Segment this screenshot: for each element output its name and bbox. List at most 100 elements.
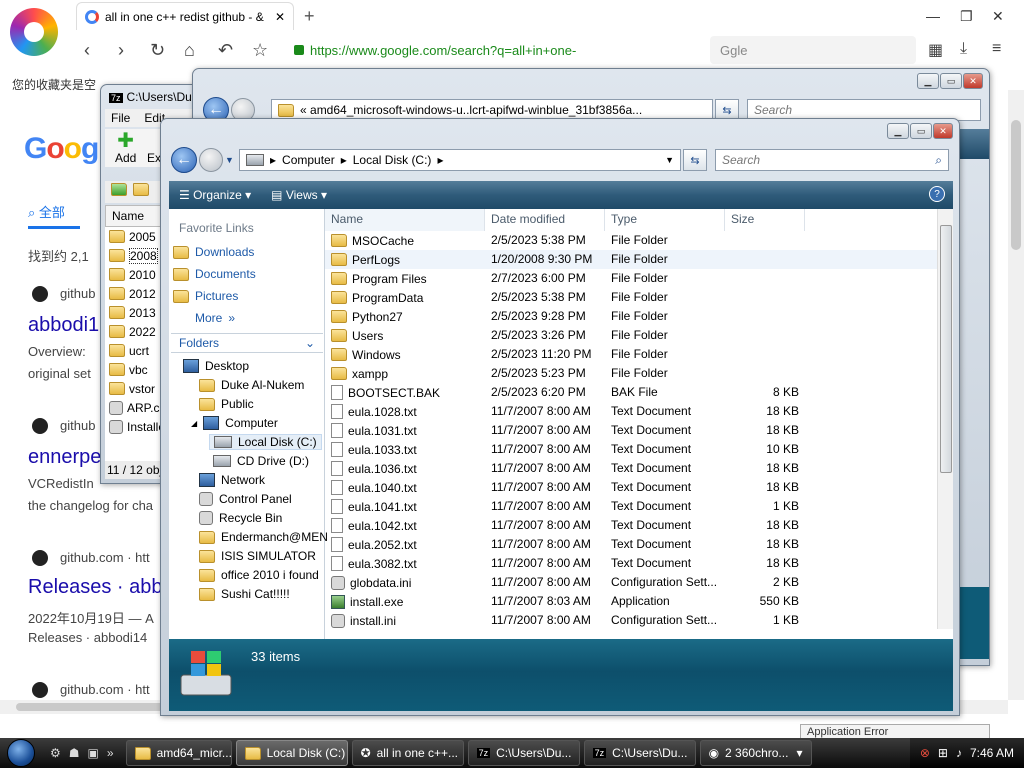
address-bar[interactable]: ▸ Computer ▸ Local Disk (C:) ▸ ▼ xyxy=(239,149,681,171)
apps-grid-icon[interactable]: ▦ xyxy=(928,40,943,60)
table-row[interactable]: eula.1040.txt 11/7/2007 8:00 AM Text Docum… xyxy=(325,478,937,497)
quicklaunch-icon[interactable]: ▣ xyxy=(88,746,99,760)
up-folder-icon[interactable] xyxy=(111,183,127,196)
refresh-icon[interactable]: ⇆ xyxy=(683,149,707,171)
menu-file[interactable]: File xyxy=(111,111,130,125)
column-type[interactable]: Type xyxy=(605,209,725,231)
tree-folder[interactable]: Sushi Cat!!!!! xyxy=(199,587,290,601)
table-row[interactable]: Users 2/5/2023 3:26 PM File Folder xyxy=(325,326,937,345)
breadcrumb-local-disk[interactable]: Local Disk (C:) xyxy=(353,153,432,167)
volume-icon[interactable]: ♪ xyxy=(956,746,962,760)
fav-downloads[interactable]: Downloads xyxy=(173,245,254,259)
tree-local-disk[interactable]: Local Disk (C:) xyxy=(209,434,322,450)
table-row[interactable]: eula.1033.txt 11/7/2007 8:00 AM Text Docum… xyxy=(325,440,937,459)
taskbar-button[interactable]: ◉ 2 360chro... ▾ xyxy=(699,740,812,766)
table-row[interactable]: MSOCache 2/5/2023 5:38 PM File Folder xyxy=(325,231,937,250)
tree-user[interactable]: Duke Al-Nukem xyxy=(199,378,304,392)
forward-icon[interactable]: › xyxy=(118,40,124,61)
table-row[interactable]: install.exe 11/7/2007 8:03 AM Application 5… xyxy=(325,592,937,611)
quicklaunch-icon[interactable]: ☗ xyxy=(69,746,80,760)
views-button[interactable]: ▤ Views ▾ xyxy=(271,188,327,202)
extract-button[interactable]: Ex xyxy=(147,151,161,165)
close-icon[interactable]: ✕ xyxy=(963,73,983,89)
search-input[interactable]: Search ⌕ xyxy=(715,149,949,171)
result-title-link[interactable]: ennerpe xyxy=(28,446,101,469)
minimize-icon[interactable]: ▁ xyxy=(917,73,939,89)
new-tab-icon[interactable]: + xyxy=(304,6,315,27)
taskbar-button[interactable]: 7z C:\Users\Du... xyxy=(467,740,580,766)
download-icon[interactable]: ⤓ xyxy=(960,40,967,58)
table-row[interactable]: eula.1028.txt 11/7/2007 8:00 AM Text Docum… xyxy=(325,402,937,421)
search-icon[interactable]: ⌕ xyxy=(935,153,942,168)
browser-vertical-scrollbar[interactable] xyxy=(1008,90,1024,700)
fav-pictures[interactable]: Pictures xyxy=(173,289,238,303)
column-size[interactable]: Size xyxy=(725,209,805,231)
chevron-down-icon[interactable]: ▼ xyxy=(665,155,674,165)
table-row[interactable]: eula.1031.txt 11/7/2007 8:00 AM Text Docum… xyxy=(325,421,937,440)
table-row[interactable]: globdata.ini 11/7/2007 8:00 AM Configurati… xyxy=(325,573,937,592)
table-row[interactable]: Windows 2/5/2023 11:20 PM File Folder xyxy=(325,345,937,364)
tree-computer[interactable]: ◢ Computer xyxy=(191,416,278,430)
tree-desktop[interactable]: Desktop xyxy=(183,359,249,373)
taskbar-button[interactable]: ✪ all in one c++... xyxy=(351,740,464,766)
tree-folder[interactable]: ISIS SIMULATOR xyxy=(199,549,316,563)
table-row[interactable]: eula.3082.txt 11/7/2007 8:00 AM Text Docum… xyxy=(325,554,937,573)
forward-icon[interactable] xyxy=(199,148,223,172)
help-icon[interactable]: ? xyxy=(929,186,945,202)
folders-toggle[interactable]: Folders ⌄ xyxy=(171,333,323,353)
file-list-scrollbar[interactable] xyxy=(937,209,953,629)
google-logo[interactable]: Goog xyxy=(24,132,99,166)
column-date[interactable]: Date modified xyxy=(485,209,605,231)
result-title-link[interactable]: abbodi1 xyxy=(28,314,99,337)
tree-recycle-bin[interactable]: Recycle Bin xyxy=(199,511,282,525)
table-row[interactable]: eula.1041.txt 11/7/2007 8:00 AM Text Docum… xyxy=(325,497,937,516)
breadcrumb-computer[interactable]: Computer xyxy=(282,153,335,167)
column-name[interactable]: Name xyxy=(325,209,485,231)
back-icon[interactable]: ‹ xyxy=(84,40,90,61)
tree-folder[interactable]: office 2010 i found xyxy=(199,568,319,582)
address-bar[interactable]: https://www.google.com/search?q=all+in+o… xyxy=(286,36,690,64)
table-row[interactable]: eula.1042.txt 11/7/2007 8:00 AM Text Docum… xyxy=(325,516,937,535)
reload-icon[interactable]: ↻ xyxy=(150,40,165,61)
add-button[interactable]: ✚ Add xyxy=(115,131,136,165)
overflow-icon[interactable]: » xyxy=(107,746,114,760)
tree-control-panel[interactable]: Control Panel xyxy=(199,492,292,506)
taskbar-button[interactable]: amd64_micr... xyxy=(125,740,232,766)
quicklaunch-icon[interactable]: ⚙ xyxy=(50,746,61,760)
tab-close-icon[interactable]: ✕ xyxy=(275,10,285,24)
table-row[interactable]: xampp 2/5/2023 5:23 PM File Folder xyxy=(325,364,937,383)
home-icon[interactable]: ⌂ xyxy=(184,40,195,61)
table-row[interactable]: ProgramData 2/5/2023 5:38 PM File Folder xyxy=(325,288,937,307)
minimize-icon[interactable]: — xyxy=(926,8,940,24)
maximize-icon[interactable]: ❐ xyxy=(960,8,973,25)
back-icon[interactable]: ← xyxy=(171,147,197,173)
network-icon[interactable]: ⊞ xyxy=(938,746,948,760)
error-icon[interactable]: ⊗ xyxy=(920,746,930,760)
clock[interactable]: 7:46 AM xyxy=(970,746,1014,760)
organize-button[interactable]: ☰ Organize ▾ xyxy=(179,188,251,202)
browser-logo-icon[interactable] xyxy=(10,8,58,56)
menu-icon[interactable]: ≡ xyxy=(992,40,1001,58)
undo-icon[interactable]: ↶ xyxy=(218,40,233,61)
table-row[interactable]: eula.2052.txt 11/7/2007 8:00 AM Text Docum… xyxy=(325,535,937,554)
close-icon[interactable]: ✕ xyxy=(992,8,1004,25)
tree-network[interactable]: Network xyxy=(199,473,265,487)
browser-tab[interactable]: all in one c++ redist github - & ✕ xyxy=(76,2,294,30)
table-row[interactable]: install.ini 11/7/2007 8:00 AM Configuratio… xyxy=(325,611,937,630)
tree-folder[interactable]: Endermanch@MEN xyxy=(199,530,328,544)
table-row[interactable]: Program Files 2/7/2023 6:00 PM File Folder xyxy=(325,269,937,288)
taskbar-button[interactable]: 7z C:\Users\Du... xyxy=(583,740,696,766)
recent-pages-icon[interactable]: ▼ xyxy=(225,155,234,165)
fav-documents[interactable]: Documents xyxy=(173,267,256,281)
maximize-icon[interactable]: ▭ xyxy=(910,123,932,139)
table-row[interactable]: BOOTSECT.BAK 2/5/2023 6:20 PM BAK File 8 KB xyxy=(325,383,937,402)
tree-cd-drive[interactable]: CD Drive (D:) xyxy=(213,454,309,468)
result-title-link[interactable]: Releases · abb xyxy=(28,576,163,599)
tree-public[interactable]: Public xyxy=(199,397,254,411)
table-row[interactable]: Python27 2/5/2023 9:28 PM File Folder xyxy=(325,307,937,326)
search-tab-all[interactable]: ⌕ 全部 xyxy=(28,202,65,221)
browser-search-box[interactable]: Ggle xyxy=(710,36,916,64)
fav-more[interactable]: More» xyxy=(195,311,235,325)
maximize-icon[interactable]: ▭ xyxy=(940,73,962,89)
table-row[interactable]: eula.1036.txt 11/7/2007 8:00 AM Text Docum… xyxy=(325,459,937,478)
